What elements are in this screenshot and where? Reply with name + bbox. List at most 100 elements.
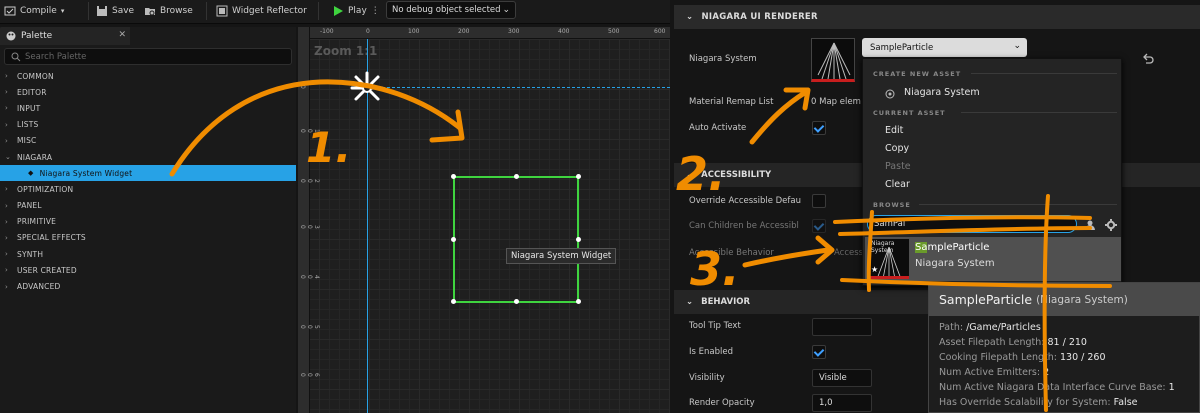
palette-search-input[interactable]: Search Palette: [4, 48, 292, 65]
chevron-down-icon: ⌄: [686, 12, 694, 22]
browse-button[interactable]: Browse: [144, 0, 193, 22]
particle-thumbnail-icon: [817, 42, 851, 79]
resize-handle[interactable]: [576, 174, 581, 179]
palette-tab[interactable]: Palette ✕: [0, 27, 130, 45]
result-name: mpleParticle: [927, 242, 990, 253]
play-button[interactable]: Play ⋮: [332, 0, 380, 22]
anchor-icon[interactable]: [347, 70, 387, 106]
menu-section-header: CURRENT ASSET: [873, 109, 946, 117]
debug-object-value: No debug object selected: [392, 5, 501, 15]
resize-handle[interactable]: [576, 299, 581, 304]
ruler-tick-label: 100: [408, 28, 420, 35]
chevron-right-icon: ›: [5, 72, 8, 81]
ruler-tick-label: 500: [608, 28, 620, 35]
asset-search-input[interactable]: SamPai: [867, 215, 1077, 233]
user-filter-icon[interactable]: [1084, 219, 1096, 231]
palette-category-common[interactable]: › COMMON: [0, 68, 296, 84]
designer-canvas[interactable]: -100 0 100 200 300 400 500 600 0 1 0 0 2…: [298, 27, 670, 413]
resize-handle[interactable]: [514, 299, 519, 304]
palette-category-input[interactable]: › INPUT: [0, 100, 296, 116]
widget-bullet-icon: ◆: [28, 169, 34, 178]
tooltip-row: Path: /Game/Particles: [939, 322, 1041, 333]
auto-activate-checkbox[interactable]: [812, 121, 826, 135]
palette-category-misc[interactable]: › MISC: [0, 133, 296, 149]
resize-handle[interactable]: [451, 237, 456, 242]
compile-icon: [4, 6, 16, 16]
palette-item-label: Niagara System Widget: [39, 168, 133, 178]
chevron-right-icon: ›: [5, 88, 8, 97]
category-label: INPUT: [17, 103, 41, 113]
debug-object-dropdown[interactable]: No debug object selected ⌄: [386, 1, 516, 19]
result-thumbnail: Niagara System ★: [869, 239, 909, 279]
property-label: Override Accessible Defau: [689, 196, 801, 206]
palette-category-advanced[interactable]: › ADVANCED: [0, 278, 296, 294]
tooltip-row: Num Active Niagara Data Interface Curve …: [939, 382, 1175, 393]
chevron-right-icon: ›: [5, 120, 8, 129]
chevron-right-icon: ›: [5, 136, 8, 145]
niagara-system-widget-bounds[interactable]: [451, 174, 581, 304]
menu-item-clear[interactable]: Clear: [885, 179, 910, 190]
palette-category-primitive[interactable]: › PRIMITIVE: [0, 214, 296, 230]
palette-category-lists[interactable]: › LISTS: [0, 117, 296, 133]
chevron-right-icon: ›: [5, 282, 8, 291]
asset-picker-dropdown[interactable]: SampleParticle ⌄: [862, 38, 1027, 57]
chevron-right-icon: ›: [5, 250, 8, 259]
menu-section-header: BROWSE: [873, 201, 911, 209]
palette-category-synth[interactable]: › SYNTH: [0, 246, 296, 262]
reset-arrow-icon[interactable]: [1142, 53, 1154, 65]
tooltip-text-input[interactable]: [812, 318, 872, 336]
asset-picker-menu: CREATE NEW ASSET Niagara System CURRENT …: [862, 58, 1122, 286]
result-type: Niagara System: [915, 258, 995, 269]
play-options-icon[interactable]: ⋮: [371, 6, 380, 16]
property-label: Tool Tip Text: [689, 321, 741, 331]
tooltip-subtitle: (Niagara System): [1036, 293, 1128, 306]
compile-label: Compile: [20, 6, 57, 16]
save-button[interactable]: Save: [96, 0, 134, 22]
chevron-right-icon: ›: [5, 233, 8, 242]
chevron-down-icon: ⌄: [686, 170, 694, 180]
compile-button[interactable]: Compile ▾: [4, 0, 64, 22]
gear-icon[interactable]: [1105, 219, 1117, 231]
chevron-down-icon: ▾: [60, 7, 65, 15]
palette-category-editor[interactable]: › EDITOR: [0, 84, 296, 100]
property-label: Can Children be Accessibl: [689, 221, 799, 231]
close-icon[interactable]: ✕: [118, 30, 126, 40]
ruler-tick-label: 1 0 0: [299, 129, 320, 133]
palette-category-special-effects[interactable]: › SPECIAL EFFECTS: [0, 230, 296, 246]
visibility-dropdown[interactable]: Visible: [812, 369, 872, 387]
palette-category-panel[interactable]: › PANEL: [0, 198, 296, 214]
resize-handle[interactable]: [514, 174, 519, 179]
result-name-match: Sa: [915, 242, 928, 253]
render-opacity-value: 1,0: [819, 398, 833, 408]
ruler-tick-label: 4 0 0: [299, 275, 320, 279]
tooltip-row: Num Active Emitters: 2: [939, 367, 1050, 378]
chevron-down-icon: ⌄: [1013, 41, 1021, 51]
play-label: Play: [348, 6, 367, 16]
menu-item-paste[interactable]: Paste: [885, 161, 911, 172]
menu-item-copy[interactable]: Copy: [885, 143, 909, 154]
asset-thumbnail[interactable]: [811, 38, 855, 82]
chevron-right-icon: ›: [5, 104, 8, 113]
palette-item-niagara-system-widget[interactable]: ◆ Niagara System Widget: [0, 165, 296, 182]
widget-reflector-button[interactable]: Widget Reflector: [216, 0, 307, 22]
section-title: BEHAVIOR: [701, 297, 751, 307]
is-enabled-checkbox[interactable]: [812, 345, 826, 359]
resize-handle[interactable]: [576, 237, 581, 242]
can-children-checkbox[interactable]: [812, 219, 826, 233]
asset-result-row[interactable]: Niagara System ★ SampleParticle Niagara …: [865, 237, 1121, 281]
resize-handle[interactable]: [451, 299, 456, 304]
favorite-star-icon[interactable]: ★: [871, 265, 878, 274]
menu-item-new-niagara-system[interactable]: Niagara System: [904, 87, 980, 98]
ruler-tick-label: 6 0 0: [299, 373, 320, 377]
menu-item-edit[interactable]: Edit: [885, 125, 903, 136]
chevron-right-icon: ›: [5, 185, 8, 194]
search-icon: [11, 52, 21, 62]
ruler-tick-label: 600: [654, 28, 666, 35]
palette-category-optimization[interactable]: › OPTIMIZATION: [0, 181, 296, 197]
override-accessible-checkbox[interactable]: [812, 194, 826, 208]
section-niagara-ui-renderer[interactable]: ⌄ NIAGARA UI RENDERER: [674, 5, 1200, 29]
resize-handle[interactable]: [451, 174, 456, 179]
palette-category-niagara[interactable]: ⌄ NIAGARA: [0, 149, 296, 165]
palette-category-user-created[interactable]: › USER CREATED: [0, 262, 296, 278]
render-opacity-input[interactable]: 1,0: [812, 394, 872, 412]
